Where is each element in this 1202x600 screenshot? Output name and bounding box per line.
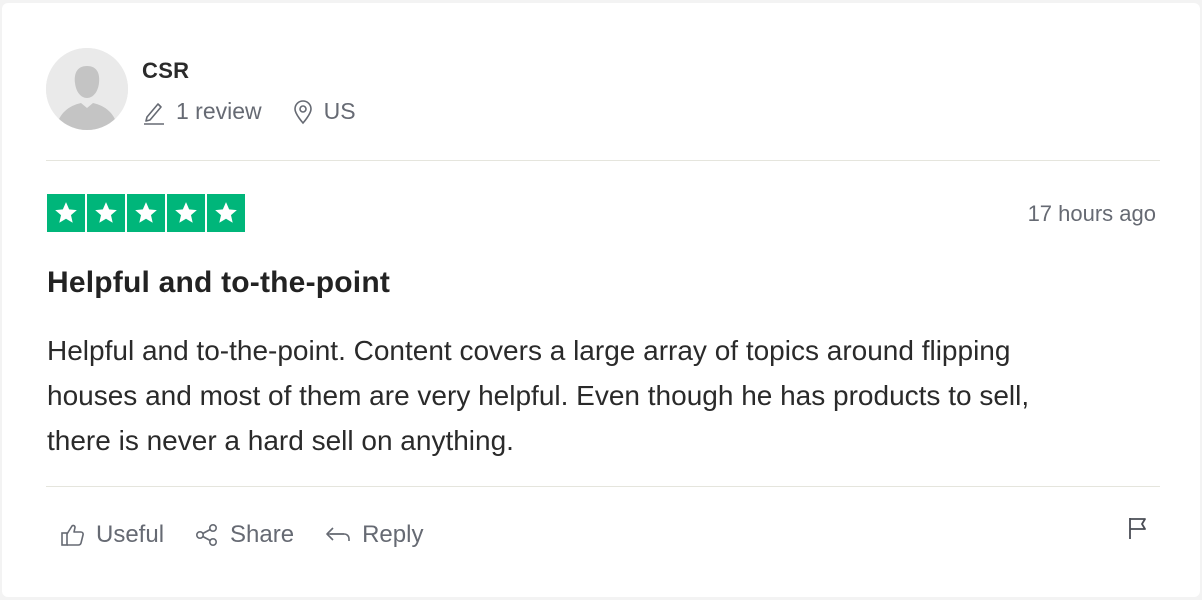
- share-label: Share: [230, 521, 295, 548]
- review-count: 1 review: [176, 98, 262, 124]
- star-icon: [167, 194, 205, 232]
- useful-label: Useful: [96, 521, 165, 548]
- reply-arrow-icon: [324, 522, 352, 548]
- star-icon: [87, 194, 125, 232]
- review-date: 17 hours ago: [1027, 201, 1156, 226]
- star-icon: [127, 194, 165, 232]
- flag-icon: [1126, 518, 1150, 545]
- avatar[interactable]: [46, 48, 128, 130]
- reviewer-location: US: [323, 98, 356, 124]
- reviewer-meta: 1 review US: [142, 98, 356, 125]
- star-icon: [47, 194, 85, 232]
- reviewer-header: CSR 1 review US: [46, 48, 1160, 136]
- thumbs-up-icon: [60, 522, 86, 548]
- reviewer-name[interactable]: CSR: [142, 58, 189, 84]
- review-title[interactable]: Helpful and to-the-point: [47, 266, 390, 300]
- default-user-avatar-icon: [46, 48, 128, 130]
- star-rating: [47, 194, 245, 232]
- reply-label: Reply: [362, 521, 424, 548]
- share-button[interactable]: Share: [194, 521, 294, 549]
- useful-button[interactable]: Useful: [60, 521, 164, 549]
- share-icon: [194, 522, 220, 548]
- reply-button[interactable]: Reply: [324, 521, 423, 549]
- review-body: Helpful and to-the-point. Content covers…: [47, 335, 1030, 456]
- review-actions: Useful Share Reply: [60, 521, 453, 549]
- star-icon: [207, 194, 245, 232]
- header-divider: [46, 160, 1160, 161]
- review-card: CSR 1 review US 17 hours ago Helpful and…: [2, 3, 1200, 597]
- pencil-icon: [142, 99, 166, 125]
- map-pin-icon: [292, 99, 314, 125]
- footer-divider: [46, 486, 1160, 487]
- report-flag-button[interactable]: [1126, 515, 1150, 546]
